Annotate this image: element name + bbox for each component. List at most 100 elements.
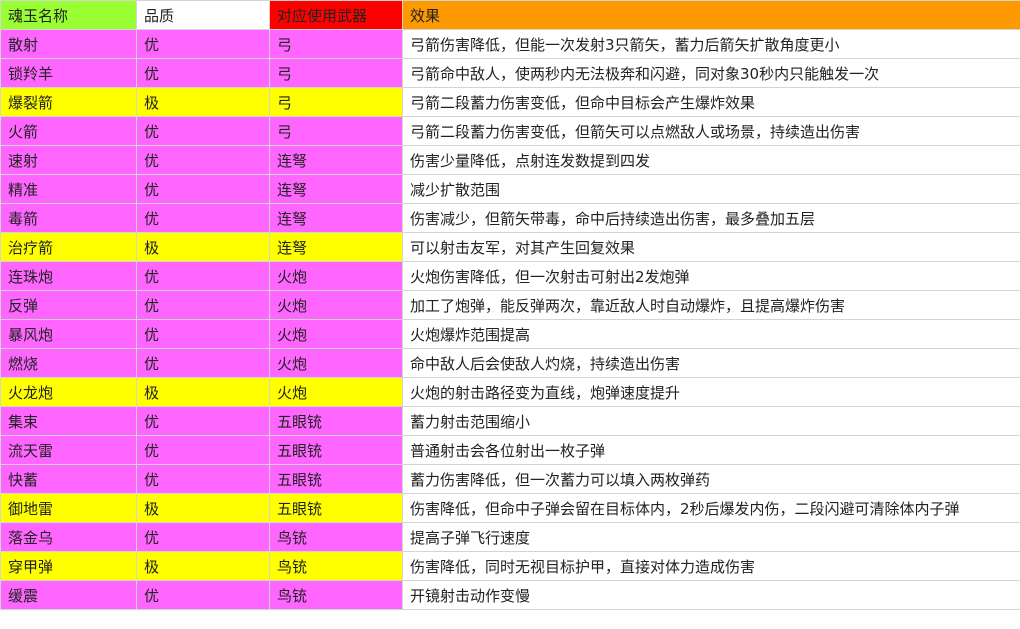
cell-quality: 优 [136, 203, 270, 233]
cell-name: 速射 [0, 145, 137, 175]
table-body: 魂玉名称 品质 对应使用武器 效果 散射优弓弓箭伤害降低，但能一次发射3只箭矢，… [0, 0, 1020, 610]
header-effect: 效果 [402, 0, 1020, 30]
cell-effect: 伤害降低，同时无视目标护甲，直接对体力造成伤害 [402, 551, 1020, 581]
cell-weapon: 五眼铳 [269, 435, 403, 465]
cell-effect: 伤害降低，但命中子弹会留在目标体内，2秒后爆发内伤，二段闪避可清除体内子弹 [402, 493, 1020, 523]
cell-quality: 优 [136, 116, 270, 146]
cell-name: 连珠炮 [0, 261, 137, 291]
cell-effect: 伤害减少，但箭矢带毒，命中后持续造出伤害，最多叠加五层 [402, 203, 1020, 233]
cell-quality: 优 [136, 406, 270, 436]
cell-effect: 开镜射击动作变慢 [402, 580, 1020, 610]
cell-effect: 伤害少量降低，点射连发数提到四发 [402, 145, 1020, 175]
cell-quality: 优 [136, 174, 270, 204]
table-row: 反弹优火炮 加工了炮弹，能反弹两次，靠近敌人时自动爆炸，且提高爆炸伤害 [0, 290, 1020, 320]
cell-weapon: 五眼铳 [269, 464, 403, 494]
cell-name: 散射 [0, 29, 137, 59]
table-row: 锁羚羊优弓弓箭命中敌人，使两秒内无法极奔和闪避，同对象30秒内只能触发一次 [0, 58, 1020, 88]
table-row: 集束优五眼铳 蓄力射击范围缩小 [0, 406, 1020, 436]
cell-name: 反弹 [0, 290, 137, 320]
cell-name: 治疗箭 [0, 232, 137, 262]
cell-effect: 弓箭二段蓄力伤害变低，但箭矢可以点燃敌人或场景，持续造出伤害 [402, 116, 1020, 146]
table-row: 火箭优弓弓箭二段蓄力伤害变低，但箭矢可以点燃敌人或场景，持续造出伤害 [0, 116, 1020, 146]
soul-jade-table: 魂玉名称 品质 对应使用武器 效果 散射优弓弓箭伤害降低，但能一次发射3只箭矢，… [0, 0, 1020, 610]
cell-quality: 优 [136, 319, 270, 349]
cell-effect: 提高子弹飞行速度 [402, 522, 1020, 552]
table-row: 治疗箭极连弩 可以射击友军，对其产生回复效果 [0, 232, 1020, 262]
cell-quality: 极 [136, 493, 270, 523]
cell-name: 精准 [0, 174, 137, 204]
cell-quality: 优 [136, 29, 270, 59]
table-row: 连珠炮优火炮 火炮伤害降低，但一次射击可射出2发炮弹 [0, 261, 1020, 291]
cell-effect: 蓄力射击范围缩小 [402, 406, 1020, 436]
cell-name: 缓震 [0, 580, 137, 610]
table-row: 燃烧优火炮 命中敌人后会使敌人灼烧，持续造出伤害 [0, 348, 1020, 378]
table-row: 暴风炮优火炮 火炮爆炸范围提高 [0, 319, 1020, 349]
table-row: 快蓄优五眼铳 蓄力伤害降低，但一次蓄力可以填入两枚弹药 [0, 464, 1020, 494]
cell-name: 流天雷 [0, 435, 137, 465]
cell-weapon: 火炮 [269, 319, 403, 349]
cell-effect: 火炮伤害降低，但一次射击可射出2发炮弹 [402, 261, 1020, 291]
table-row: 落金乌优鸟铳 提高子弹飞行速度 [0, 522, 1020, 552]
cell-weapon: 连弩 [269, 145, 403, 175]
cell-effect: 加工了炮弹，能反弹两次，靠近敌人时自动爆炸，且提高爆炸伤害 [402, 290, 1020, 320]
cell-quality: 优 [136, 261, 270, 291]
cell-weapon: 连弩 [269, 203, 403, 233]
cell-quality: 极 [136, 232, 270, 262]
cell-name: 快蓄 [0, 464, 137, 494]
cell-effect: 可以射击友军，对其产生回复效果 [402, 232, 1020, 262]
cell-weapon: 火炮 [269, 348, 403, 378]
cell-weapon: 弓 [269, 116, 403, 146]
cell-weapon: 弓 [269, 87, 403, 117]
cell-effect: 蓄力伤害降低，但一次蓄力可以填入两枚弹药 [402, 464, 1020, 494]
cell-weapon: 弓 [269, 29, 403, 59]
table-row: 缓震优鸟铳 开镜射击动作变慢 [0, 580, 1020, 610]
cell-name: 毒箭 [0, 203, 137, 233]
cell-effect: 火炮爆炸范围提高 [402, 319, 1020, 349]
cell-effect: 弓箭伤害降低，但能一次发射3只箭矢，蓄力后箭矢扩散角度更小 [402, 29, 1020, 59]
cell-name: 暴风炮 [0, 319, 137, 349]
header-quality: 品质 [136, 0, 270, 30]
cell-quality: 优 [136, 58, 270, 88]
table-row: 散射优弓弓箭伤害降低，但能一次发射3只箭矢，蓄力后箭矢扩散角度更小 [0, 29, 1020, 59]
header-name: 魂玉名称 [0, 0, 137, 30]
table-row: 流天雷优五眼铳 普通射击会各位射出一枚子弹 [0, 435, 1020, 465]
cell-name: 落金乌 [0, 522, 137, 552]
cell-weapon: 连弩 [269, 232, 403, 262]
header-weapon: 对应使用武器 [269, 0, 403, 30]
cell-weapon: 鸟铳 [269, 551, 403, 581]
cell-name: 爆裂箭 [0, 87, 137, 117]
cell-weapon: 鸟铳 [269, 522, 403, 552]
cell-name: 集束 [0, 406, 137, 436]
cell-name: 锁羚羊 [0, 58, 137, 88]
cell-effect: 普通射击会各位射出一枚子弹 [402, 435, 1020, 465]
cell-name: 火龙炮 [0, 377, 137, 407]
cell-effect: 弓箭命中敌人，使两秒内无法极奔和闪避，同对象30秒内只能触发一次 [402, 58, 1020, 88]
table-row: 火龙炮极火炮 火炮的射击路径变为直线，炮弹速度提升 [0, 377, 1020, 407]
cell-name: 燃烧 [0, 348, 137, 378]
cell-effect: 火炮的射击路径变为直线，炮弹速度提升 [402, 377, 1020, 407]
cell-quality: 优 [136, 348, 270, 378]
cell-quality: 优 [136, 464, 270, 494]
cell-quality: 极 [136, 551, 270, 581]
cell-quality: 极 [136, 87, 270, 117]
cell-weapon: 鸟铳 [269, 580, 403, 610]
cell-name: 御地雷 [0, 493, 137, 523]
cell-weapon: 弓 [269, 58, 403, 88]
cell-quality: 优 [136, 580, 270, 610]
cell-quality: 优 [136, 522, 270, 552]
cell-effect: 弓箭二段蓄力伤害变低，但命中目标会产生爆炸效果 [402, 87, 1020, 117]
table-row: 爆裂箭极弓弓箭二段蓄力伤害变低，但命中目标会产生爆炸效果 [0, 87, 1020, 117]
table-row: 速射优连弩 伤害少量降低，点射连发数提到四发 [0, 145, 1020, 175]
cell-quality: 优 [136, 290, 270, 320]
cell-quality: 优 [136, 145, 270, 175]
cell-effect: 命中敌人后会使敌人灼烧，持续造出伤害 [402, 348, 1020, 378]
cell-quality: 极 [136, 377, 270, 407]
cell-weapon: 五眼铳 [269, 493, 403, 523]
table-row: 穿甲弹极鸟铳 伤害降低，同时无视目标护甲，直接对体力造成伤害 [0, 551, 1020, 581]
table-row: 毒箭优连弩 伤害减少，但箭矢带毒，命中后持续造出伤害，最多叠加五层 [0, 203, 1020, 233]
cell-name: 穿甲弹 [0, 551, 137, 581]
cell-weapon: 五眼铳 [269, 406, 403, 436]
table-row: 精准优连弩 减少扩散范围 [0, 174, 1020, 204]
cell-weapon: 火炮 [269, 377, 403, 407]
cell-weapon: 连弩 [269, 174, 403, 204]
